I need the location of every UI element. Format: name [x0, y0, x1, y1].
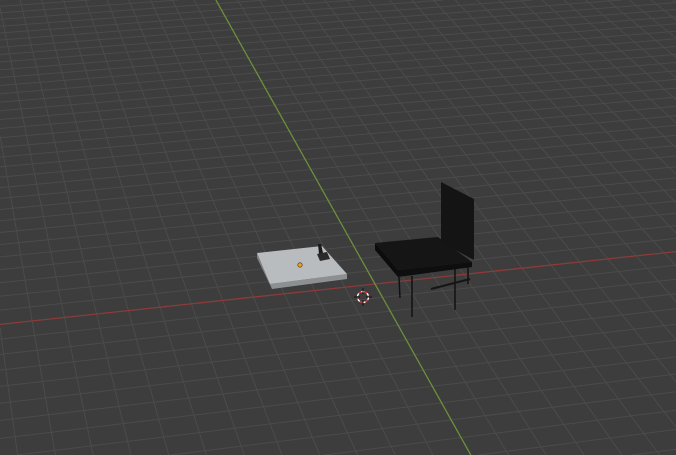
- grid-line: [0, 0, 444, 34]
- grid-line: [0, 16, 676, 71]
- viewport-canvas[interactable]: [0, 0, 676, 455]
- grid-line: [0, 0, 356, 27]
- grid-line: [0, 327, 19, 455]
- grid-line: [0, 339, 676, 421]
- grid-line: [258, 0, 547, 455]
- grid-line: [63, 0, 207, 455]
- grid-line: [0, 323, 676, 404]
- grid-line: [0, 225, 676, 297]
- grid-line: [0, 96, 676, 158]
- grid-line: [0, 87, 676, 148]
- chair-leg: [398, 276, 401, 299]
- grid-line: [0, 23, 676, 78]
- grid-line: [41, 0, 170, 455]
- grid-line: [0, 124, 676, 189]
- floor-grid: [0, 0, 676, 455]
- grid-line: [0, 134, 676, 199]
- grid-line: [106, 0, 283, 455]
- grid-line: [0, 53, 676, 112]
- grid-line: [0, 62, 676, 120]
- grid-line: [0, 78, 676, 139]
- grid-line: [0, 356, 676, 439]
- grid-line: [0, 308, 676, 387]
- grid-line: [563, 0, 676, 101]
- grid-line: [0, 105, 676, 168]
- 3d-cursor-icon[interactable]: [354, 288, 372, 306]
- grid-line: [631, 448, 676, 455]
- origin-marker-icon: [297, 262, 303, 268]
- grid-line: [346, 0, 676, 428]
- x-axis-line: [0, 250, 676, 326]
- grid-line: [324, 409, 676, 455]
- table-object[interactable]: [257, 244, 347, 289]
- grid-line: [16, 373, 676, 455]
- 3d-viewport[interactable]: [0, 0, 676, 455]
- grid-line: [0, 278, 676, 355]
- grid-line: [367, 0, 676, 382]
- grid-line: [0, 0, 90, 7]
- grid-line: [478, 428, 676, 455]
